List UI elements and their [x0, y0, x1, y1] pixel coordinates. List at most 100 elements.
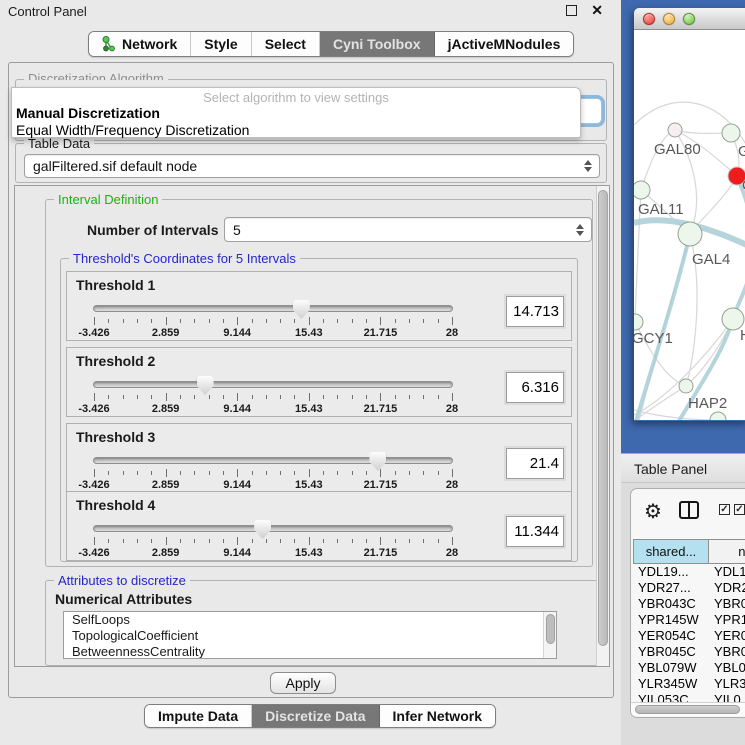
threshold-2-slider[interactable]: -3.4262.8599.14415.4321.71528: [93, 376, 453, 416]
svg-text:GCY1: GCY1: [634, 330, 673, 347]
table-row[interactable]: YBR043CYBR0: [633, 596, 745, 612]
slider-track[interactable]: [93, 381, 453, 388]
close-icon[interactable]: ✕: [591, 2, 603, 19]
threshold-3-value-field[interactable]: 21.4: [506, 448, 564, 479]
slider-ticks: [94, 393, 452, 402]
tab-network-label: Network: [122, 36, 177, 52]
mac-minimize-button[interactable]: [663, 13, 675, 25]
tab-infer-network-label: Infer Network: [393, 708, 482, 724]
tab-jactivemnodules[interactable]: jActiveMNodules: [435, 32, 574, 56]
tab-select-label: Select: [265, 36, 306, 52]
table-row[interactable]: YLR345WYLR3: [633, 676, 745, 692]
cell: YBR043C: [633, 596, 709, 612]
number-of-intervals-combobox[interactable]: 5: [224, 217, 592, 242]
table-row[interactable]: YBR045CYBR0: [633, 644, 745, 660]
slider-tick-labels: -3.4262.8599.14415.4321.71528: [94, 547, 452, 559]
tab-cyni-toolbox[interactable]: Cyni Toolbox: [320, 32, 435, 56]
checkbox-icon-1[interactable]: ✓: [719, 504, 730, 515]
tab-select[interactable]: Select: [252, 32, 320, 56]
network-view-window[interactable]: GAL80GACGAL11GAL4GCY1HHAP2: [634, 8, 745, 421]
slider-track[interactable]: [93, 525, 453, 532]
list-item[interactable]: TopologicalCoefficient: [64, 628, 556, 644]
cell: YER054C: [633, 628, 709, 644]
algorithm-option-equal-width[interactable]: Equal Width/Frequency Discretization: [12, 122, 580, 139]
numerical-attributes-list[interactable]: SelfLoops TopologicalCoefficient Between…: [63, 611, 557, 659]
table-row[interactable]: YER054CYER0: [633, 628, 745, 644]
attributes-group: Attributes to discretize Numerical Attri…: [45, 580, 603, 666]
slider-tick-labels: -3.4262.8599.14415.4321.71528: [94, 327, 452, 339]
svg-text:GAL4: GAL4: [692, 251, 730, 268]
tab-network[interactable]: Network: [89, 32, 191, 56]
column-header-name[interactable]: name: [709, 539, 745, 564]
threshold-4-box: Threshold 4 -3.4262.8599.14415.4321.7152…: [66, 491, 572, 561]
list-item[interactable]: SelfLoops: [64, 612, 556, 628]
tab-style[interactable]: Style: [191, 32, 251, 56]
interval-definition-group: Interval Definition Number of Intervals …: [45, 199, 593, 567]
tab-infer-network[interactable]: Infer Network: [380, 705, 495, 727]
gear-icon[interactable]: ⚙: [644, 499, 662, 524]
svg-text:HAP2: HAP2: [688, 395, 727, 412]
table-row[interactable]: YDR27...YDR2: [633, 580, 745, 596]
table-data-combobox[interactable]: galFiltered.sif default node: [24, 154, 600, 178]
list-item[interactable]: BetweennessCentrality: [64, 644, 556, 659]
float-window-icon[interactable]: [566, 5, 577, 16]
tab-discretize-data[interactable]: Discretize Data: [252, 705, 379, 727]
table-row[interactable]: YBL079WYBL0: [633, 660, 745, 676]
cell: YBR0: [709, 644, 745, 660]
svg-text:H: H: [740, 327, 745, 344]
settings-vertical-scrollbar[interactable]: [596, 186, 609, 666]
apply-button[interactable]: Apply: [270, 672, 336, 694]
slider-tick-labels: -3.4262.8599.14415.4321.71528: [94, 479, 452, 491]
column-split-icon[interactable]: [679, 501, 699, 519]
table-data-selected-value: galFiltered.sif default node: [33, 158, 197, 174]
numerical-attributes-label: Numerical Attributes: [55, 591, 192, 607]
threshold-1-slider[interactable]: -3.4262.8599.14415.4321.71528: [93, 300, 453, 340]
network-window-titlebar[interactable]: [634, 8, 745, 30]
table-row[interactable]: YPR145WYPR1: [633, 612, 745, 628]
cell: YBR045C: [633, 644, 709, 660]
combo-arrows-icon: [576, 224, 584, 236]
cell: YDR2: [709, 580, 745, 596]
bottom-tabbar: Impute Data Discretize Data Infer Networ…: [144, 704, 496, 728]
tab-style-label: Style: [204, 36, 237, 52]
column-header-shared[interactable]: shared...: [633, 539, 709, 564]
table-horizontal-scrollbar[interactable]: [631, 702, 745, 716]
threshold-4-slider[interactable]: -3.4262.8599.14415.4321.71528: [93, 520, 453, 560]
threshold-1-value-field[interactable]: 14.713: [506, 296, 564, 327]
svg-text:GA: GA: [738, 143, 745, 160]
threshold-3-slider[interactable]: -3.4262.8599.14415.4321.71528: [93, 452, 453, 492]
threshold-2-label: Threshold 2: [76, 353, 155, 369]
cell: YPR1: [709, 612, 745, 628]
algorithm-dropdown-popup: Select algorithm to view settings Manual…: [11, 87, 581, 138]
slider-track[interactable]: [93, 305, 453, 312]
threshold-4-label: Threshold 4: [76, 497, 155, 513]
cell: YBR0: [709, 596, 745, 612]
mac-close-button[interactable]: [643, 13, 655, 25]
network-icon: [102, 36, 116, 52]
checkbox-icon-2[interactable]: ✓: [734, 504, 745, 515]
algorithm-option-manual[interactable]: Manual Discretization: [12, 105, 580, 122]
cell: YBL0: [709, 660, 745, 676]
slider-ticks: [94, 317, 452, 326]
table-row[interactable]: YDL19...YDL1: [633, 564, 745, 580]
table-panel: ⚙ ✓ ✓ shared... name YDL19...YDL1 YDR27.…: [630, 488, 745, 718]
network-canvas[interactable]: GAL80GACGAL11GAL4GCY1HHAP2: [634, 30, 745, 420]
cell: YDL19...: [633, 564, 709, 580]
tab-impute-data-label: Impute Data: [158, 708, 238, 724]
algorithm-placeholder-option[interactable]: Select algorithm to view settings: [12, 88, 580, 105]
tab-impute-data[interactable]: Impute Data: [145, 705, 252, 727]
number-of-intervals-label: Number of Intervals: [87, 222, 218, 238]
network-graph[interactable]: GAL80GACGAL11GAL4GCY1HHAP2: [634, 30, 745, 420]
tab-cyni-toolbox-label: Cyni Toolbox: [333, 36, 421, 52]
cell: YBL079W: [633, 660, 709, 676]
threshold-4-value-field[interactable]: 11.344: [506, 516, 564, 547]
slider-ticks: [94, 537, 452, 546]
slider-track[interactable]: [93, 457, 453, 464]
cyni-content-frame: Discretization Algorithm Select algorith…: [8, 62, 614, 698]
number-of-intervals-value: 5: [233, 222, 241, 238]
mac-zoom-button[interactable]: [683, 13, 695, 25]
svg-text:GAL11: GAL11: [638, 201, 684, 218]
threshold-2-value-field[interactable]: 6.316: [506, 372, 564, 403]
attributes-scrollbar[interactable]: [543, 612, 556, 658]
svg-text:GAL80: GAL80: [654, 141, 701, 158]
